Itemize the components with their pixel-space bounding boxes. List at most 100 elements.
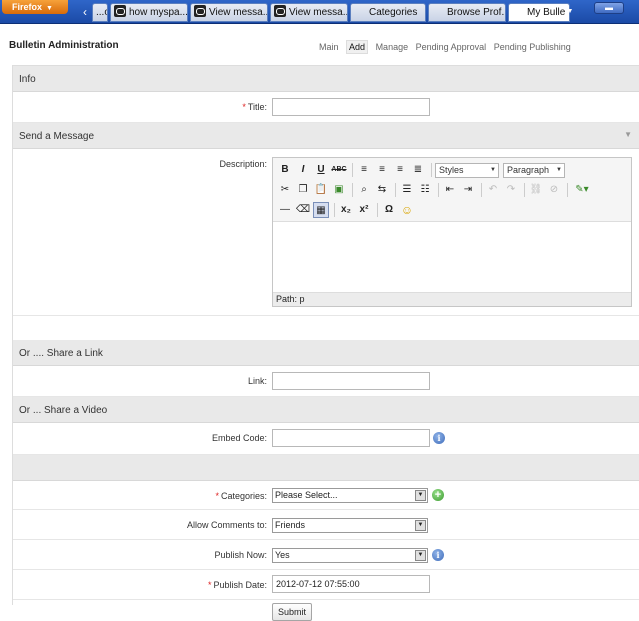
strikethrough-icon[interactable]: ABC (331, 162, 347, 178)
unlink-icon[interactable]: ⊘ (546, 182, 562, 198)
italic-icon[interactable]: I (295, 162, 311, 178)
section-send-message: Send a Message ▼ (13, 123, 639, 149)
editor-content-area[interactable] (273, 222, 631, 292)
firefox-menu-button[interactable]: Firefox ▼ (2, 0, 68, 14)
tab-4[interactable]: Categories (350, 3, 426, 22)
chevron-down-icon: ▼ (415, 550, 426, 561)
indent-icon[interactable]: ⇥ (460, 182, 476, 198)
tab-3[interactable]: View messa... (270, 3, 348, 22)
collapse-arrow-icon[interactable]: ▼ (624, 130, 632, 139)
info-icon[interactable]: i (433, 432, 445, 444)
paste-word-icon[interactable]: ▣ (331, 182, 347, 198)
myspace-favicon-icon (114, 5, 126, 17)
info-icon[interactable]: i (432, 549, 444, 561)
title-input[interactable] (272, 98, 430, 116)
tab-list-icon[interactable]: ▼ (563, 4, 577, 20)
description-label: Description: (219, 159, 267, 169)
publish-date-label-text: Publish Date: (213, 580, 267, 590)
section-title: Send a Message (19, 131, 95, 142)
nav-add[interactable]: Add (346, 40, 369, 54)
editor-path-bar: Path: p (273, 292, 631, 306)
embed-code-input[interactable] (272, 429, 430, 447)
tab-title: My Bulle (527, 7, 566, 18)
required-marker: * (242, 102, 246, 112)
add-category-icon[interactable]: + (432, 489, 444, 501)
nav-pending-publishing[interactable]: Pending Publishing (494, 42, 571, 52)
tab-title: how myspa... (129, 7, 188, 18)
bold-icon[interactable]: B (277, 162, 293, 178)
text-color-icon[interactable]: ✎▾ (571, 182, 593, 198)
row-submit: Submit (13, 600, 639, 621)
tab-1[interactable]: how myspa... (110, 3, 188, 22)
editor-toolbar: B I U ABC ≡ ≡ ≡ ≣ Styles ▼ Paragraph ▼ ✂… (273, 158, 631, 222)
superscript-icon[interactable]: x² (356, 202, 372, 218)
tab-5[interactable]: Browse Prof... (428, 3, 506, 22)
tab-2[interactable]: View messa... (190, 3, 268, 22)
categories-select[interactable]: Please Select... ▼ (272, 488, 428, 503)
styles-select[interactable]: Styles ▼ (435, 162, 499, 178)
tab-title: View messa... (209, 7, 268, 18)
link-label: Link: (247, 376, 267, 386)
embed-code-label: Embed Code: (211, 433, 267, 443)
bullet-list-icon[interactable]: ☰ (399, 182, 415, 198)
find-icon[interactable]: ⌕ (356, 182, 372, 198)
subscript-icon[interactable]: x₂ (338, 202, 354, 218)
row-publish-now: Publish Now: Yes ▼ i (13, 540, 639, 570)
nav-pending-approval[interactable]: Pending Approval (416, 42, 487, 52)
horizontal-rule-icon[interactable]: — (277, 202, 293, 218)
window-minimize-icon[interactable]: ▬ (594, 2, 624, 14)
publish-date-input[interactable] (272, 575, 430, 593)
tab-title: Browse Prof... (447, 7, 506, 18)
section-title: Or .... Share a Link (19, 348, 103, 359)
tab-6-active[interactable]: My Bulle (508, 3, 570, 22)
publish-now-select[interactable]: Yes ▼ (272, 548, 428, 563)
remove-format-icon[interactable]: ⌫ (295, 202, 311, 218)
section-title: Info (19, 74, 36, 85)
toolbar-separator (352, 183, 353, 197)
numbered-list-icon[interactable]: ☷ (417, 182, 433, 198)
chevron-down-icon: ▼ (490, 166, 496, 173)
categories-select-value: Please Select... (275, 490, 338, 500)
undo-icon[interactable]: ↶ (485, 182, 501, 198)
nav-main[interactable]: Main (319, 42, 339, 52)
tab-title: ...o... (96, 7, 107, 18)
align-right-icon[interactable]: ≡ (392, 162, 408, 178)
nav-manage[interactable]: Manage (376, 42, 409, 52)
paste-icon[interactable]: 📋 (313, 182, 329, 198)
visual-aid-icon[interactable]: ▦ (313, 202, 329, 218)
align-justify-icon[interactable]: ≣ (410, 162, 426, 178)
firefox-menu-label: Firefox (12, 2, 43, 12)
replace-icon[interactable]: ⇆ (374, 182, 390, 198)
underline-icon[interactable]: U (313, 162, 329, 178)
copy-icon[interactable]: ❐ (295, 182, 311, 198)
special-char-icon[interactable]: Ω (381, 202, 397, 218)
link-icon[interactable]: ⛓ (528, 182, 544, 198)
toolbar-separator (567, 183, 568, 197)
tab-title: View messa... (289, 7, 348, 18)
toolbar-separator (431, 163, 432, 177)
publish-date-label: * Publish Date: (208, 580, 267, 590)
redo-icon[interactable]: ↷ (503, 182, 519, 198)
outdent-icon[interactable]: ⇤ (442, 182, 458, 198)
align-left-icon[interactable]: ≡ (356, 162, 372, 178)
align-center-icon[interactable]: ≡ (374, 162, 390, 178)
chevron-down-icon: ▼ (556, 166, 562, 173)
emoticon-icon[interactable]: ☺ (399, 202, 415, 218)
page-title: Bulletin Administration (9, 40, 119, 51)
cut-icon[interactable]: ✂ (277, 182, 293, 198)
toolbar-separator (352, 163, 353, 177)
required-marker: * (207, 580, 212, 590)
toolbar-row-2: ✂ ❐ 📋 ▣ ⌕ ⇆ ☰ ☷ ⇤ ⇥ ↶ ↷ ⛓ ⊘ ✎▾ (277, 181, 595, 199)
rich-text-editor: B I U ABC ≡ ≡ ≡ ≣ Styles ▼ Paragraph ▼ ✂… (272, 157, 632, 307)
tab-scroll-left-icon[interactable]: ‹ (78, 4, 92, 20)
allow-comments-select[interactable]: Friends ▼ (272, 518, 428, 533)
toolbar-separator (334, 203, 335, 217)
chevron-down-icon: ▼ (415, 490, 426, 501)
format-select-value: Paragraph (507, 164, 550, 175)
format-select[interactable]: Paragraph ▼ (503, 162, 565, 178)
link-input[interactable] (272, 372, 430, 390)
categories-label: * Categories: (215, 491, 267, 501)
submit-button[interactable]: Submit (272, 603, 312, 621)
toolbar-row-1: B I U ABC ≡ ≡ ≡ ≣ Styles ▼ Paragraph ▼ (277, 161, 569, 179)
tab-0[interactable]: ...o... (92, 3, 108, 22)
